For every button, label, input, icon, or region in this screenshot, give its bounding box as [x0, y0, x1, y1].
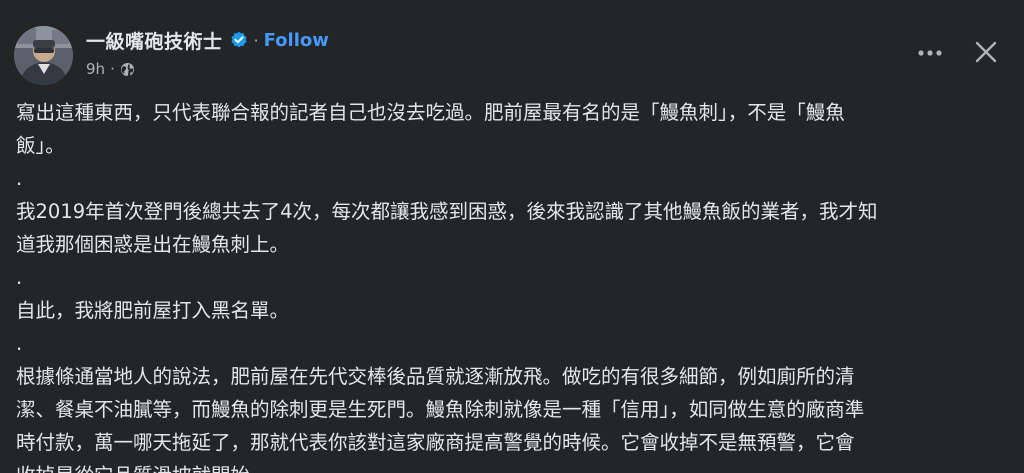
post-line: 潔、餐桌不油膩等，而鰻魚的除刺更是生死門。鰻魚除刺就像是一種「信用」，如同做生意… [16, 398, 865, 421]
author-name[interactable]: 一級嘴砲技術士 [86, 27, 223, 54]
post-body: 寫出這種東西，只代表聯合報的記者自己也沒去吃過。肥前屋最有名的是「鰻魚刺」，不是… [16, 96, 1016, 473]
close-button[interactable] [964, 30, 1008, 74]
post-meta: 9h · [86, 58, 135, 80]
post-card: 一級嘴砲技術士 · Follow 9h · 寫出這種東西，只代表聯合報的記者自己… [0, 0, 1024, 473]
verified-badge-icon [230, 31, 248, 49]
name-follow-separator: · [253, 30, 259, 50]
post-line: . [16, 332, 23, 355]
globe-icon [120, 62, 135, 77]
meta-separator: · [110, 60, 115, 78]
post-line: 道我那個困惑是出在鰻魚刺上。 [16, 233, 290, 256]
post-line: 自此，我將肥前屋打入黑名單。 [16, 299, 290, 322]
post-line: 我2019年首次登門後總共去了4次，每次都讓我感到困惑，後來我認識了其他鰻魚飯的… [16, 200, 878, 223]
avatar-image [14, 26, 73, 85]
author-avatar[interactable] [14, 26, 73, 85]
post-line: 收掉是從它品質滑坡就開始。 [16, 459, 1016, 473]
post-line: 飯」。 [16, 134, 65, 157]
close-icon [975, 41, 997, 63]
follow-button[interactable]: Follow [264, 30, 329, 51]
post-timestamp[interactable]: 9h [86, 60, 105, 78]
post-line: 根據條通當地人的說法，肥前屋在先代交棒後品質就逐漸放飛。做吃的有很多細節，例如廁… [16, 365, 855, 388]
more-options-icon [918, 50, 942, 56]
post-line: 寫出這種東西，只代表聯合報的記者自己也沒去吃過。肥前屋最有名的是「鰻魚刺」，不是… [16, 101, 845, 124]
post-header: 一級嘴砲技術士 · Follow [86, 27, 329, 53]
more-options-button[interactable] [908, 38, 952, 68]
post-line: . [16, 266, 23, 289]
post-line: 時付款，萬一哪天拖延了，那就代表你該對這家廠商提高警覺的時候。它會收掉不是無預警… [16, 431, 855, 454]
post-line: . [16, 167, 23, 190]
